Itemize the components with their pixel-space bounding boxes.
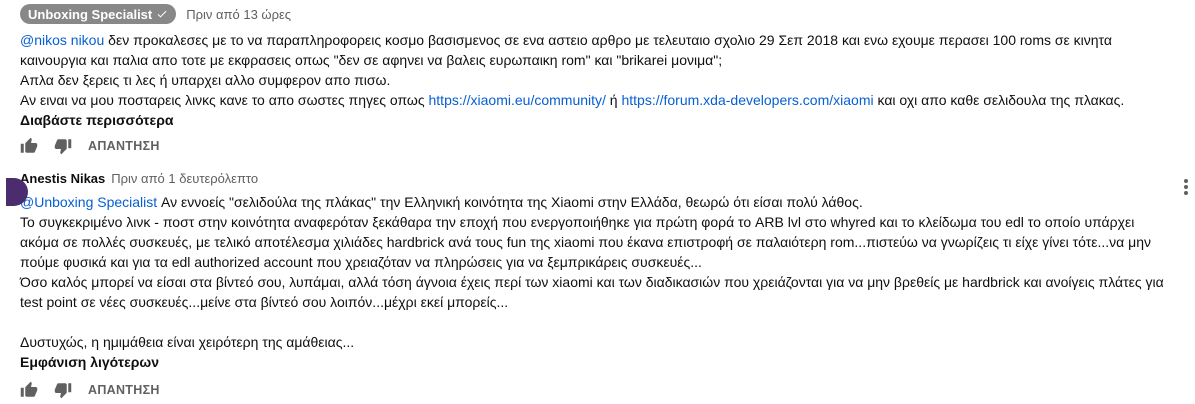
show-less-button[interactable]: Εμφάνιση λιγότερων [20, 352, 159, 372]
comment-line-text: και οχι απο καθε σελιδουλα της πλακας. [873, 92, 1125, 108]
comment-text: @Unboxing Specialist Αν εννοείς "σελιδού… [20, 192, 1175, 352]
comment-paragraph: Όσο καλός μπορεί να είσαι στα βίντεό σου… [20, 274, 1164, 310]
mention-link[interactable]: @Unboxing Specialist [20, 194, 157, 210]
comment-header: Anestis Nikas Πριν από 1 δευτερόλεπτο [20, 164, 1195, 192]
comment-actions: ΑΠΑΝΤΗΣΗ [20, 380, 1195, 400]
comment-timestamp[interactable]: Πριν από 1 δευτερόλεπτο [111, 171, 258, 186]
dislike-button[interactable] [54, 381, 72, 399]
read-more-button[interactable]: Διαβάστε περισσότερα [20, 110, 173, 130]
comment-line-text: Αν εννοείς "σελιδούλα της πλάκας" την Ελ… [157, 194, 863, 210]
comment-line-text: ή [605, 92, 622, 108]
thumb-down-icon [54, 139, 72, 155]
comment-paragraph: Το συγκεκριμένο λινκ - ποστ στην κοινότη… [20, 214, 1151, 270]
author-name: Unboxing Specialist [28, 6, 153, 22]
comment-header: Unboxing Specialist Πριν από 13 ώρες [20, 0, 1195, 28]
like-button[interactable] [20, 137, 38, 155]
more-vert-icon[interactable] [1183, 178, 1189, 198]
comment-line: @nikos nikou δεν προκαλεσες με το να παρ… [20, 30, 1175, 50]
comment-paragraph: Δυστυχώς, η ημιμάθεια είναι χειρότερη τη… [20, 334, 355, 350]
thumb-up-icon [20, 137, 38, 153]
comment-line: καινουργια και παλια απο τοτε με εκφρασε… [20, 52, 723, 68]
check-icon [157, 10, 167, 18]
mention-link[interactable]: @nikos nikou [20, 32, 104, 48]
comment-timestamp[interactable]: Πριν από 13 ώρες [186, 7, 291, 22]
comment-text: @nikos nikou δεν προκαλεσες με το να παρ… [20, 30, 1175, 110]
like-button[interactable] [20, 381, 38, 399]
xiaomi-eu-link[interactable]: https://xiaomi.eu/community/ [429, 92, 606, 108]
comment-line: Αν ειναι να μου ποσταρεις λινκς κανε το … [20, 90, 1175, 110]
comment-actions: ΑΠΑΝΤΗΣΗ [20, 136, 1195, 156]
comment-line: @Unboxing Specialist Αν εννοείς "σελιδού… [20, 192, 1175, 212]
comment-thread-2: Anestis Nikas Πριν από 1 δευτερόλεπτο @U… [6, 164, 1195, 400]
reply-button[interactable]: ΑΠΑΝΤΗΣΗ [88, 383, 160, 397]
dislike-button[interactable] [54, 137, 72, 155]
comment-line-text: Αν ειναι να μου ποσταρεις λινκς κανε το … [20, 92, 429, 108]
author-name[interactable]: Anestis Nikas [20, 171, 105, 186]
thumb-down-icon [54, 383, 72, 399]
xda-link[interactable]: https://forum.xda-developers.com/xiaomi [621, 92, 873, 108]
thumb-up-icon [20, 381, 38, 397]
comment-thread-1: Unboxing Specialist Πριν από 13 ώρες @ni… [20, 0, 1195, 156]
author-badge[interactable]: Unboxing Specialist [20, 4, 177, 24]
comment-line: Απλα δεν ξερεις τι λες ή υπαρχει αλλο συ… [20, 72, 391, 88]
reply-button[interactable]: ΑΠΑΝΤΗΣΗ [88, 139, 160, 153]
comment-line-text: δεν προκαλεσες με το να παραπληροφορεις … [104, 32, 1112, 48]
